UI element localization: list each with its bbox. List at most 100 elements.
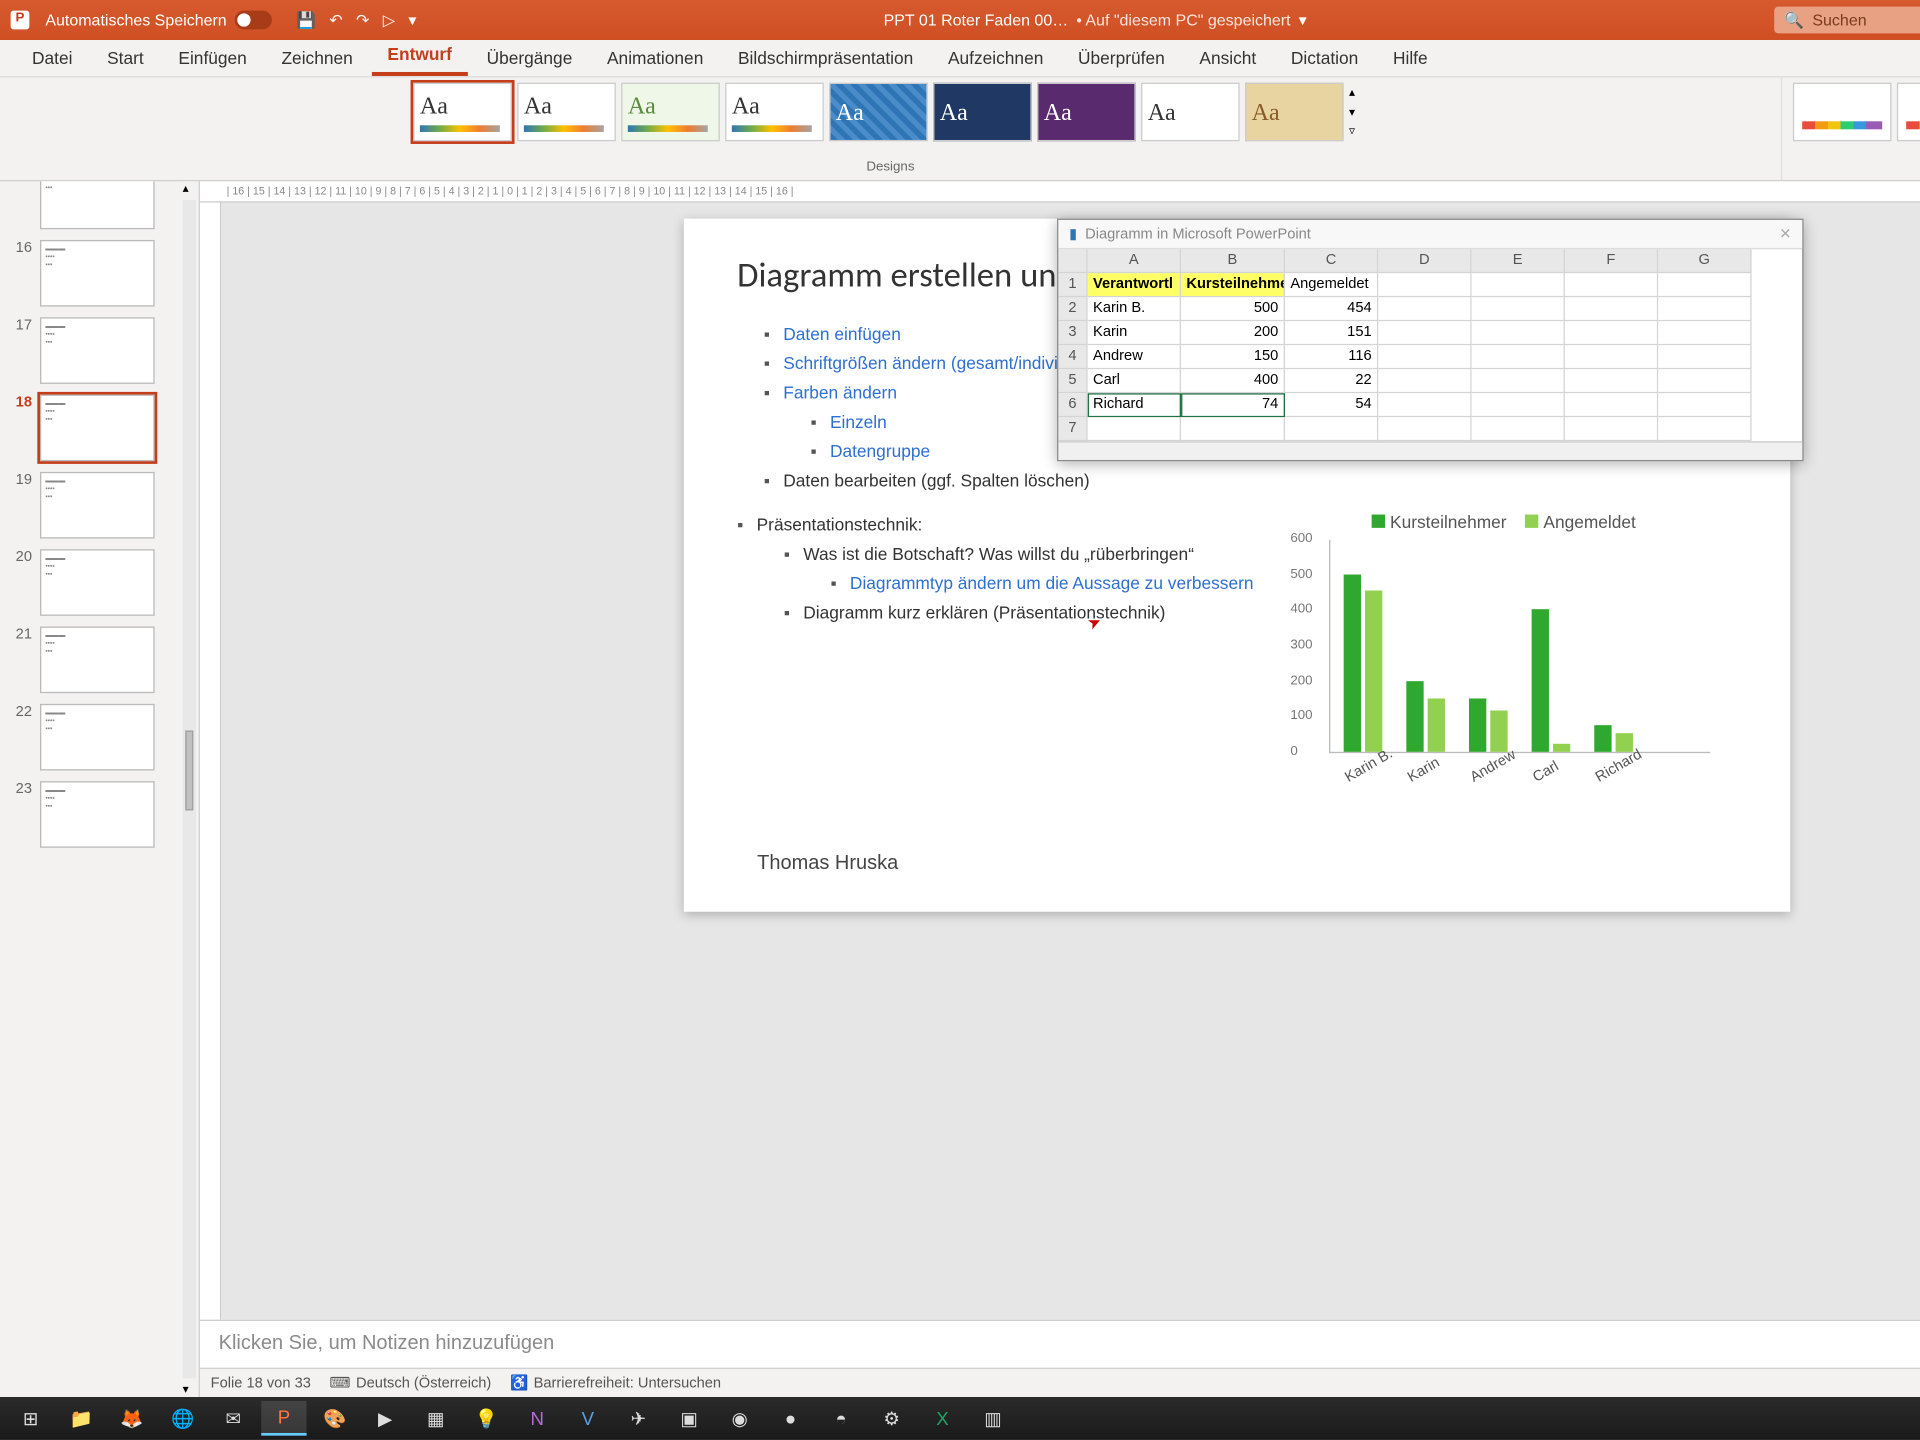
- cell[interactable]: C: [1285, 249, 1378, 273]
- start-from-beginning-icon[interactable]: ▷: [383, 11, 395, 30]
- tab-bildschirm[interactable]: Bildschirmpräsentation: [722, 40, 929, 76]
- cell[interactable]: [1378, 273, 1471, 297]
- cell[interactable]: 200: [1181, 321, 1285, 345]
- app-icon[interactable]: ●: [768, 1401, 813, 1436]
- gallery-up-icon[interactable]: ▴: [1349, 85, 1368, 100]
- cell[interactable]: [1565, 345, 1658, 369]
- cell[interactable]: [1378, 369, 1471, 393]
- cell[interactable]: 116: [1285, 345, 1378, 369]
- language-status[interactable]: ⌨Deutsch (Österreich): [330, 1374, 492, 1391]
- gallery-more-icon[interactable]: ▿: [1349, 124, 1368, 139]
- more-icon[interactable]: ▾: [408, 11, 416, 30]
- cell[interactable]: [1472, 417, 1565, 441]
- cell[interactable]: 400: [1181, 369, 1285, 393]
- slide-thumb-15[interactable]: 15▬▬▬▪▪▪▪▪▪▪: [8, 181, 172, 229]
- outlook-icon[interactable]: ✉: [211, 1401, 256, 1436]
- cell[interactable]: 54: [1285, 393, 1378, 417]
- variant-1[interactable]: [1793, 83, 1892, 142]
- cell[interactable]: [1472, 321, 1565, 345]
- cell[interactable]: 3: [1058, 321, 1087, 345]
- firefox-icon[interactable]: 🦊: [109, 1401, 154, 1436]
- cell[interactable]: [1565, 321, 1658, 345]
- tab-hilfe[interactable]: Hilfe: [1377, 40, 1444, 76]
- cell[interactable]: E: [1472, 249, 1565, 273]
- cell[interactable]: [1088, 417, 1181, 441]
- cell[interactable]: [1472, 393, 1565, 417]
- theme-thumb-5[interactable]: Aa: [829, 83, 928, 142]
- onenote-icon[interactable]: N: [515, 1401, 560, 1436]
- cell[interactable]: [1658, 393, 1751, 417]
- slide-thumb-16[interactable]: 16▬▬▬▪▪▪▪▪▪▪: [8, 240, 172, 307]
- data-grid[interactable]: ABCDEFG1VerantwortlKursteilnehmeAngemeld…: [1058, 249, 1802, 441]
- chart-data-sheet[interactable]: ▮ Diagramm in Microsoft PowerPoint ✕ ABC…: [1057, 219, 1803, 462]
- cell[interactable]: 74: [1181, 393, 1285, 417]
- toggle-switch-icon[interactable]: [235, 11, 272, 30]
- cell[interactable]: [1565, 297, 1658, 321]
- search-box[interactable]: 🔍 Suchen: [1774, 7, 1920, 34]
- app-icon[interactable]: ◓: [818, 1401, 863, 1436]
- thumbs-scrollbar[interactable]: ▴ ▾: [180, 181, 199, 1397]
- cell[interactable]: 500: [1181, 297, 1285, 321]
- cell[interactable]: F: [1565, 249, 1658, 273]
- theme-thumb-3[interactable]: Aa: [621, 83, 720, 142]
- cell[interactable]: 4: [1058, 345, 1087, 369]
- theme-thumb-9[interactable]: Aa: [1245, 83, 1344, 142]
- autosave-toggle[interactable]: Automatisches Speichern: [45, 11, 272, 30]
- tab-entwurf[interactable]: Entwurf: [371, 36, 467, 76]
- cell[interactable]: 2: [1058, 297, 1087, 321]
- tab-uebergaenge[interactable]: Übergänge: [471, 40, 589, 76]
- tab-einfuegen[interactable]: Einfügen: [162, 40, 262, 76]
- cell[interactable]: [1378, 321, 1471, 345]
- undo-icon[interactable]: ↶: [329, 11, 342, 30]
- scroll-handle[interactable]: [185, 730, 193, 810]
- cell[interactable]: [1378, 417, 1471, 441]
- cell[interactable]: [1285, 417, 1378, 441]
- cell[interactable]: [1658, 417, 1751, 441]
- obs-icon[interactable]: ◉: [717, 1401, 762, 1436]
- cell[interactable]: [1658, 273, 1751, 297]
- theme-thumb-4[interactable]: Aa: [725, 83, 824, 142]
- tab-start[interactable]: Start: [91, 40, 160, 76]
- tab-datei[interactable]: Datei: [16, 40, 88, 76]
- start-button[interactable]: ⊞: [8, 1401, 53, 1436]
- chrome-icon[interactable]: 🌐: [160, 1401, 205, 1436]
- cell[interactable]: 150: [1181, 345, 1285, 369]
- slide-canvas[interactable]: Diagramm erstellen und formatieren Daten…: [684, 219, 1790, 912]
- cell[interactable]: [1378, 345, 1471, 369]
- tab-ansicht[interactable]: Ansicht: [1183, 40, 1272, 76]
- slide-thumb-22[interactable]: 22▬▬▬▪▪▪▪▪▪▪: [8, 704, 172, 771]
- cell[interactable]: Kursteilnehme: [1181, 273, 1285, 297]
- excel-icon[interactable]: X: [920, 1401, 965, 1436]
- app-icon[interactable]: ▥: [970, 1401, 1015, 1436]
- cell[interactable]: 5: [1058, 369, 1087, 393]
- gallery-down-icon[interactable]: ▾: [1349, 105, 1368, 120]
- app-icon[interactable]: V: [565, 1401, 610, 1436]
- theme-gallery[interactable]: Aa Aa Aa Aa Aa Aa Aa Aa Aa ▴ ▾ ▿: [413, 83, 1367, 142]
- cell[interactable]: [1658, 297, 1751, 321]
- tab-dictation[interactable]: Dictation: [1275, 40, 1374, 76]
- theme-thumb-6[interactable]: Aa: [933, 83, 1032, 142]
- slide-thumb-19[interactable]: 19▬▬▬▪▪▪▪▪▪▪: [8, 472, 172, 539]
- chevron-down-icon[interactable]: ▾: [1299, 11, 1307, 30]
- theme-thumb-1[interactable]: Aa: [413, 83, 512, 142]
- cell[interactable]: 454: [1285, 297, 1378, 321]
- theme-thumb-7[interactable]: Aa: [1037, 83, 1136, 142]
- cell[interactable]: [1472, 273, 1565, 297]
- cell[interactable]: [1472, 369, 1565, 393]
- redo-icon[interactable]: ↷: [356, 11, 369, 30]
- cell[interactable]: 7: [1058, 417, 1087, 441]
- theme-thumb-2[interactable]: Aa: [517, 83, 616, 142]
- notes-pane[interactable]: Klicken Sie, um Notizen hinzuzufügen: [200, 1320, 1920, 1368]
- scroll-down-icon[interactable]: ▾: [183, 1382, 189, 1397]
- cell[interactable]: Angemeldet: [1285, 273, 1378, 297]
- cell[interactable]: [1565, 273, 1658, 297]
- cell[interactable]: 6: [1058, 393, 1087, 417]
- cell[interactable]: 151: [1285, 321, 1378, 345]
- chart[interactable]: Kursteilnehmer Angemeldet 60050040030020…: [1284, 512, 1711, 819]
- cell[interactable]: A: [1088, 249, 1181, 273]
- cell[interactable]: Karin: [1088, 321, 1181, 345]
- cell[interactable]: [1058, 249, 1087, 273]
- tab-animationen[interactable]: Animationen: [591, 40, 719, 76]
- cell[interactable]: [1472, 297, 1565, 321]
- sheet-close-icon[interactable]: ✕: [1779, 225, 1791, 242]
